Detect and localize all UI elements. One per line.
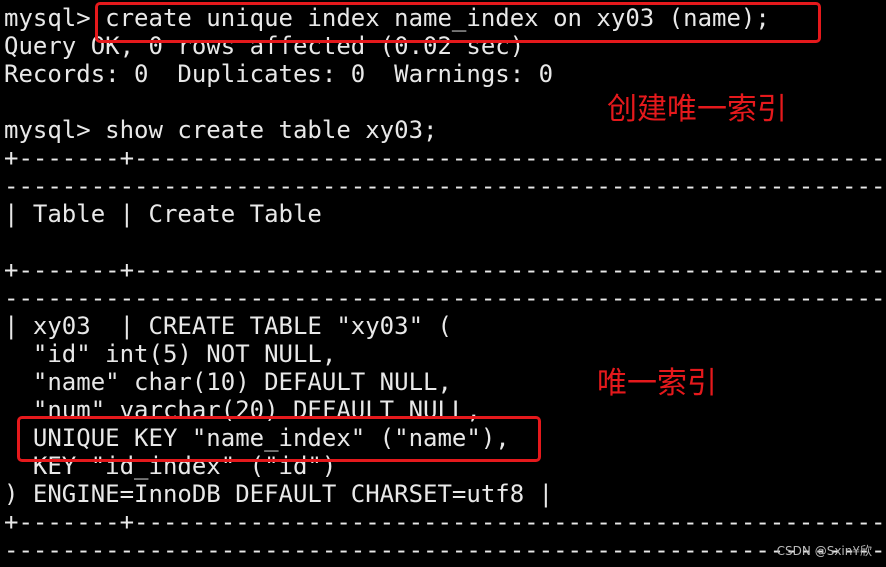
terminal-line: ) ENGINE=InnoDB DEFAULT CHARSET=utf8 | [4,480,554,508]
terminal-line: ----------------------------------------… [4,172,886,200]
terminal-line: "id" int(5) NOT NULL, [4,340,337,368]
terminal-line: | Table | Create Table [4,200,322,228]
terminal-line: +-------+-------------------------------… [4,144,886,172]
watermark: CSDN @Sxin¥欣 [776,544,872,558]
terminal-line: +-------+-------------------------------… [4,508,886,536]
annotation-create-unique-index: 创建唯一索引 [607,92,787,127]
terminal-line: "name" char(10) DEFAULT NULL, [4,368,452,396]
terminal-line: ----------------------------------------… [4,284,886,312]
highlight-box-unique-key [17,416,541,462]
terminal-line: Records: 0 Duplicates: 0 Warnings: 0 [4,60,554,88]
terminal-line: | xy03 | CREATE TABLE "xy03" ( [4,312,452,340]
terminal-line: mysql> show create table xy03; [4,116,438,144]
terminal-line: ----------------------------------------… [4,536,886,564]
terminal-line: +-------+-------------------------------… [4,256,886,284]
highlight-box-create-index [95,2,821,43]
terminal-window[interactable]: mysql> create unique index name_index on… [0,0,886,567]
annotation-unique-index: 唯一索引 [597,366,717,401]
